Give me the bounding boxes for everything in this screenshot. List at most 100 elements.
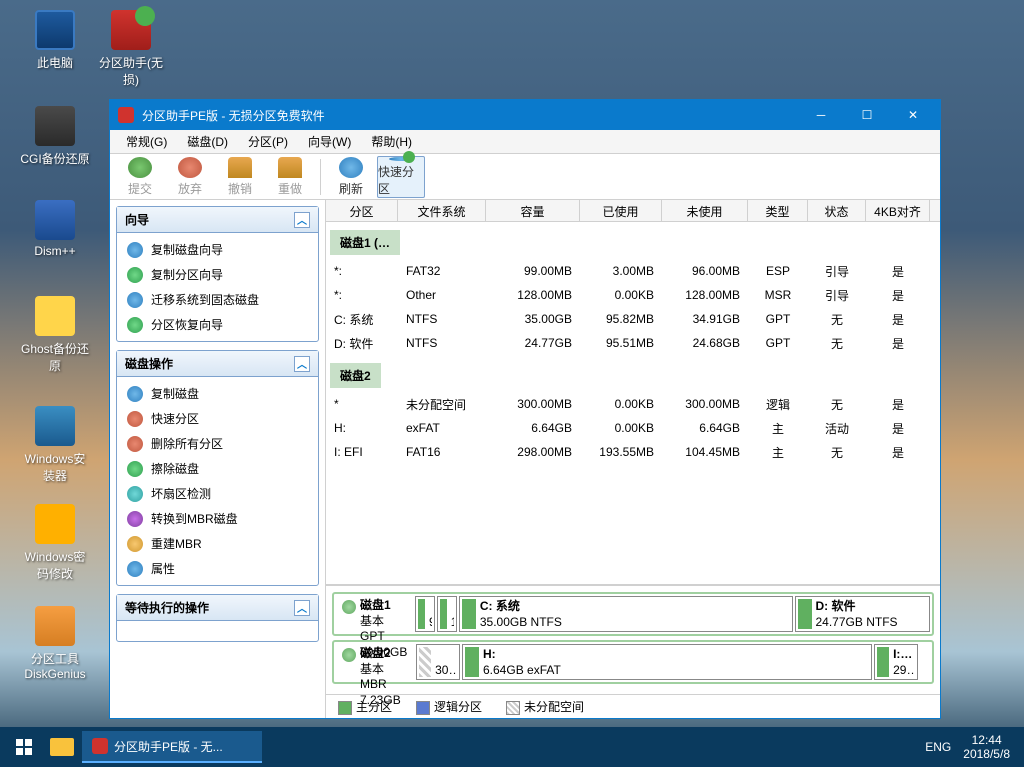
diskmap-partition[interactable]: D: 软件24.77GB NTFS — [795, 596, 931, 632]
maximize-button[interactable]: ☐ — [844, 100, 890, 130]
col-type[interactable]: 类型 — [748, 200, 808, 221]
minimize-button[interactable]: ─ — [798, 100, 844, 130]
partition-row[interactable]: *未分配空间300.00MB0.00KB300.00MB逻辑无是 — [326, 392, 940, 416]
delete-icon — [127, 436, 143, 452]
menu-partition[interactable]: 分区(P) — [240, 131, 296, 152]
legend-logical-box — [416, 701, 430, 715]
folder-icon — [50, 738, 74, 756]
close-button[interactable]: ✕ — [890, 100, 936, 130]
check-icon — [127, 486, 143, 502]
panel-diskops: 磁盘操作︿ 复制磁盘 快速分区 删除所有分区 擦除磁盘 坏扇区检测 转换到MBR… — [116, 350, 319, 586]
col-status[interactable]: 状态 — [808, 200, 866, 221]
panel-wizard: 向导︿ 复制磁盘向导 复制分区向导 迁移系统到固态磁盘 分区恢复向导 — [116, 206, 319, 342]
ssd-icon — [127, 292, 143, 308]
disk-icon — [127, 242, 143, 258]
desktop-icon-pc[interactable]: 此电脑 — [20, 10, 90, 71]
diskmap-info: 磁盘2基本 MBR7.23GB — [336, 644, 414, 680]
desktop-icon-cgi[interactable]: CGI备份还原 — [20, 106, 90, 167]
col-size[interactable]: 容量 — [486, 200, 580, 221]
menu-general[interactable]: 常规(G) — [118, 131, 175, 152]
diskmap-row[interactable]: 磁盘1基本 GPT60.00GB91C: 系统35.00GB NTFSD: 软件… — [332, 592, 934, 636]
menu-help[interactable]: 帮助(H) — [363, 131, 420, 152]
disk-icon — [342, 600, 356, 614]
desktop-icon-winpwd[interactable]: Windows密码修改 — [20, 504, 90, 582]
chevron-up-icon: ︿ — [294, 356, 310, 372]
op-copy-disk[interactable]: 复制磁盘 — [121, 381, 314, 406]
discard-button[interactable]: 放弃 — [166, 156, 214, 198]
taskbar-explorer[interactable] — [44, 731, 80, 763]
undo-button[interactable]: 撤销 — [216, 156, 264, 198]
main-pane: 分区 文件系统 容量 已使用 未使用 类型 状态 4KB对齐 磁盘1 (… *:… — [326, 200, 940, 718]
diskmap-partition[interactable]: 9 — [415, 596, 435, 632]
legend-primary-box — [338, 701, 352, 715]
refresh-button[interactable]: 刷新 — [327, 156, 375, 198]
diskgenius-icon — [35, 606, 75, 646]
col-free[interactable]: 未使用 — [662, 200, 748, 221]
menu-wizard[interactable]: 向导(W) — [300, 131, 359, 152]
disk-icon — [342, 648, 356, 662]
windowsinstaller-icon — [35, 406, 75, 446]
desktop-icon-ghost[interactable]: Ghost备份还原 — [20, 296, 90, 374]
diskmap-partition[interactable]: H:6.64GB exFAT — [462, 644, 872, 680]
op-delete-all[interactable]: 删除所有分区 — [121, 431, 314, 456]
desktop-icon-diskgen[interactable]: 分区工具DiskGenius — [20, 606, 90, 681]
discard-icon — [178, 157, 202, 178]
partition-row[interactable]: *:Other128.00MB0.00KB128.00MBMSR引导是 — [326, 283, 940, 307]
partition-icon — [127, 267, 143, 283]
partition-row[interactable]: I: EFIFAT16298.00MB193.55MB104.45MB主无是 — [326, 440, 940, 464]
partition-row[interactable]: D: 软件NTFS24.77GB95.51MB24.68GBGPT无是 — [326, 331, 940, 355]
desktop-icon-wininst[interactable]: Windows安装器 — [20, 406, 90, 484]
toolbar: 提交 放弃 撤销 重做 刷新 快速分区 — [110, 154, 940, 200]
op-quick-partition[interactable]: 快速分区 — [121, 406, 314, 431]
op-bad-sector[interactable]: 坏扇区检测 — [121, 481, 314, 506]
desktop-icon-dism[interactable]: Dism++ — [20, 200, 90, 258]
wizard-copy-partition[interactable]: 复制分区向导 — [121, 262, 314, 287]
dism-icon — [35, 200, 75, 240]
start-button[interactable] — [6, 731, 42, 763]
op-wipe-disk[interactable]: 擦除磁盘 — [121, 456, 314, 481]
panel-pending-header[interactable]: 等待执行的操作︿ — [117, 595, 318, 621]
chevron-up-icon: ︿ — [294, 212, 310, 228]
quickpartition-button[interactable]: 快速分区 — [377, 156, 425, 198]
tray-lang[interactable]: ENG — [925, 740, 951, 754]
panel-pending: 等待执行的操作︿ — [116, 594, 319, 642]
wizard-migrate-ssd[interactable]: 迁移系统到固态磁盘 — [121, 287, 314, 312]
key-icon — [35, 504, 75, 544]
desktop-icon-partassist[interactable]: 分区助手(无损) — [96, 10, 166, 88]
window-title: 分区助手PE版 - 无损分区免费软件 — [142, 107, 798, 124]
diskmap-partition[interactable]: I:…29… — [874, 644, 918, 680]
tray-clock[interactable]: 12:442018/5/8 — [963, 733, 1010, 762]
partition-row[interactable]: C: 系统NTFS35.00GB95.82MB34.91GBGPT无是 — [326, 307, 940, 331]
diskmap-partition[interactable]: C: 系统35.00GB NTFS — [459, 596, 793, 632]
partition-row[interactable]: H:exFAT6.64GB0.00KB6.64GB主活动是 — [326, 416, 940, 440]
pc-icon — [35, 10, 75, 50]
op-convert-mbr[interactable]: 转换到MBR磁盘 — [121, 506, 314, 531]
partition-list[interactable]: 磁盘1 (… *:FAT3299.00MB3.00MB96.00MBESP引导是… — [326, 222, 940, 585]
diskmap-partition[interactable]: 1 — [437, 596, 457, 632]
panel-diskops-header[interactable]: 磁盘操作︿ — [117, 351, 318, 377]
diskmap-row[interactable]: 磁盘2基本 MBR7.23GB30…H:6.64GB exFATI:…29… — [332, 640, 934, 684]
quick-icon — [127, 411, 143, 427]
sidebar: 向导︿ 复制磁盘向导 复制分区向导 迁移系统到固态磁盘 分区恢复向导 磁盘操作︿… — [110, 200, 326, 718]
panel-wizard-header[interactable]: 向导︿ — [117, 207, 318, 233]
diskmap-partition[interactable]: 30… — [416, 644, 460, 680]
menubar: 常规(G) 磁盘(D) 分区(P) 向导(W) 帮助(H) — [110, 130, 940, 154]
col-align[interactable]: 4KB对齐 — [866, 200, 930, 221]
col-fs[interactable]: 文件系统 — [398, 200, 486, 221]
refresh-icon — [339, 157, 363, 178]
wizard-recover-partition[interactable]: 分区恢复向导 — [121, 312, 314, 337]
col-used[interactable]: 已使用 — [580, 200, 662, 221]
commit-button[interactable]: 提交 — [116, 156, 164, 198]
wizard-copy-disk[interactable]: 复制磁盘向导 — [121, 237, 314, 262]
partition-row[interactable]: *:FAT3299.00MB3.00MB96.00MBESP引导是 — [326, 259, 940, 283]
titlebar[interactable]: 分区助手PE版 - 无损分区免费软件 ─ ☐ ✕ — [110, 100, 940, 130]
col-partition[interactable]: 分区 — [326, 200, 398, 221]
op-rebuild-mbr[interactable]: 重建MBR — [121, 531, 314, 556]
op-properties[interactable]: 属性 — [121, 556, 314, 581]
redo-button[interactable]: 重做 — [266, 156, 314, 198]
menu-disk[interactable]: 磁盘(D) — [179, 131, 236, 152]
diskmap-info: 磁盘1基本 GPT60.00GB — [336, 596, 413, 632]
taskbar-task[interactable]: 分区助手PE版 - 无... — [82, 731, 262, 763]
commit-icon — [128, 157, 152, 178]
cgi-icon — [35, 106, 75, 146]
